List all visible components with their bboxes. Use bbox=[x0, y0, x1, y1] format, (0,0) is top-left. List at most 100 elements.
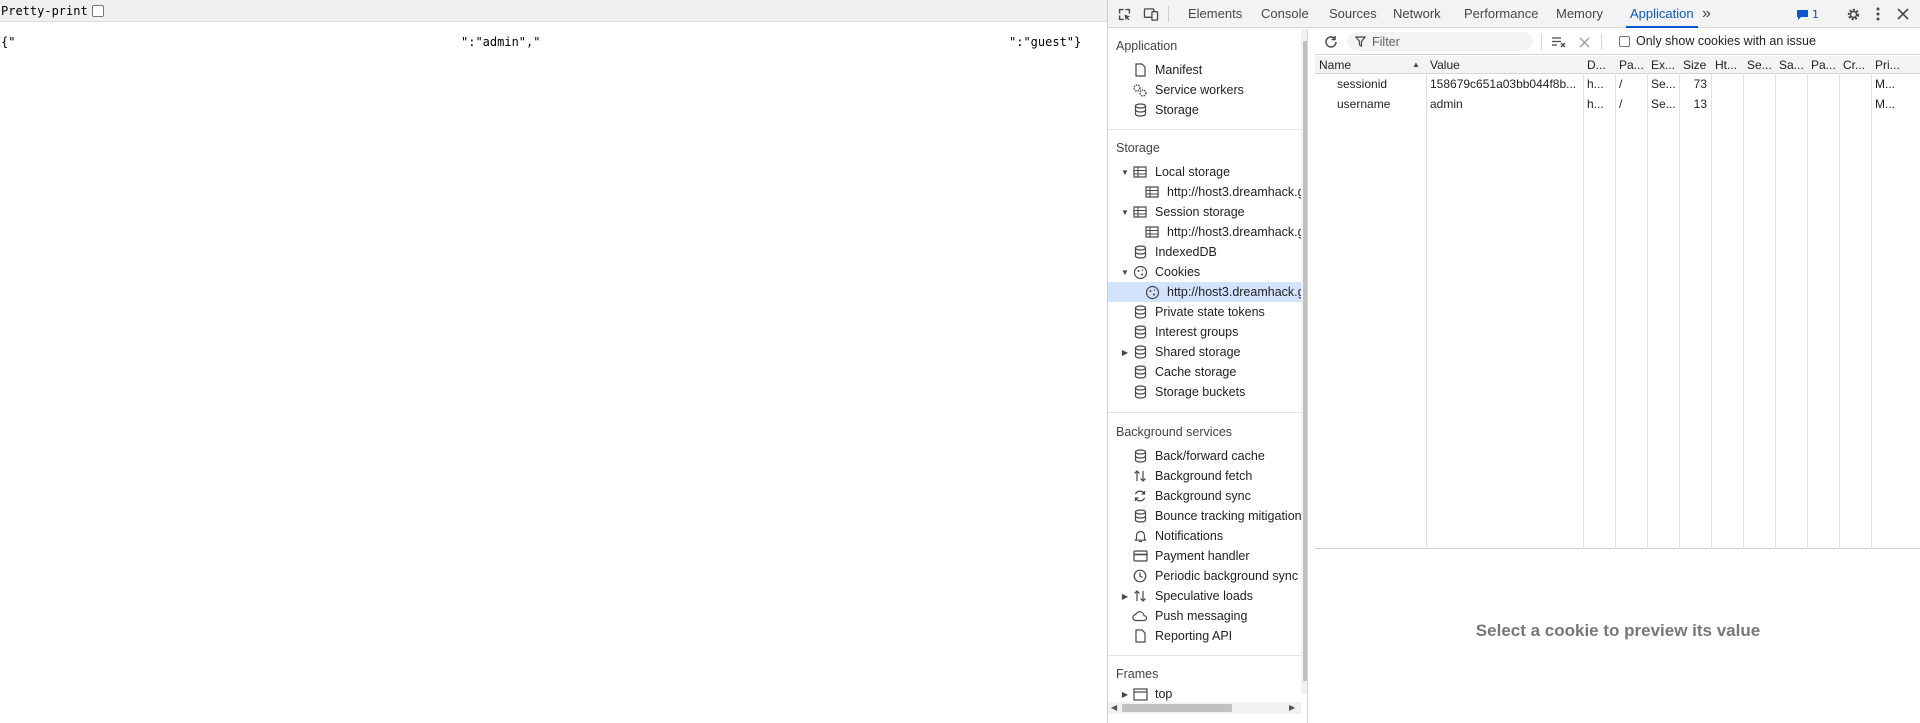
sidebar-item-back-forward-cache[interactable]: Back/forward cache bbox=[1108, 446, 1301, 466]
tab-application[interactable]: Application bbox=[1626, 0, 1698, 28]
sidebar-divider bbox=[1108, 129, 1301, 130]
column-header-domain[interactable]: D... bbox=[1583, 56, 1615, 74]
sidebar-item-label: http://host3.dreamhack.g bbox=[1167, 185, 1301, 199]
card-icon bbox=[1132, 548, 1148, 564]
inspect-element-icon[interactable] bbox=[1116, 6, 1132, 22]
expand-arrow-icon[interactable]: ▼ bbox=[1120, 208, 1130, 217]
expand-arrow-icon[interactable]: ▼ bbox=[1120, 268, 1130, 277]
collapse-arrow-icon[interactable]: ▶ bbox=[1120, 348, 1130, 357]
sidebar-horizontal-scrollbar[interactable]: ◀ ▶ bbox=[1108, 702, 1301, 714]
device-toolbar-icon[interactable] bbox=[1143, 6, 1159, 22]
sidebar-item-label: Reporting API bbox=[1155, 629, 1233, 643]
sidebar-item-push-messaging[interactable]: Push messaging bbox=[1108, 606, 1301, 626]
scroll-left-arrow-icon[interactable]: ◀ bbox=[1111, 703, 1117, 712]
sidebar-item-label: Cache storage bbox=[1155, 365, 1237, 379]
tab-console[interactable]: Console bbox=[1261, 0, 1309, 28]
frame-icon bbox=[1132, 686, 1148, 702]
column-divider bbox=[1583, 56, 1584, 549]
cookie-icon bbox=[1132, 264, 1148, 280]
sidebar-vertical-scrollbar[interactable] bbox=[1301, 29, 1307, 694]
sidebar-item-private-state-tokens[interactable]: Private state tokens bbox=[1108, 302, 1301, 322]
sidebar-item-shared-storage[interactable]: ▶ Shared storage bbox=[1108, 342, 1301, 362]
scrollbar-thumb[interactable] bbox=[1303, 41, 1307, 681]
collapse-arrow-icon[interactable]: ▶ bbox=[1120, 592, 1130, 601]
cookie-size: 73 bbox=[1693, 77, 1707, 91]
sidebar-item-label: Background sync bbox=[1155, 489, 1251, 503]
column-header-httponly[interactable]: Ht... bbox=[1711, 56, 1743, 74]
sidebar-item-local-storage[interactable]: ▼ Local storage bbox=[1108, 162, 1301, 182]
clear-all-cookies-icon[interactable] bbox=[1551, 34, 1567, 50]
scroll-right-arrow-icon[interactable]: ▶ bbox=[1289, 703, 1295, 712]
column-divider bbox=[1615, 56, 1616, 549]
sidebar-item-label: Periodic background sync bbox=[1155, 569, 1299, 583]
only-issues-checkbox[interactable] bbox=[1619, 35, 1630, 47]
only-issues-toggle[interactable]: Only show cookies with an issue bbox=[1619, 34, 1816, 48]
sidebar-item-label: Local storage bbox=[1155, 165, 1231, 179]
sidebar-item-cache-storage[interactable]: Cache storage bbox=[1108, 362, 1301, 382]
section-title-application: Application bbox=[1116, 39, 1178, 53]
tab-network[interactable]: Network bbox=[1393, 0, 1441, 28]
column-header-partition-key[interactable]: Pa... bbox=[1807, 56, 1839, 74]
json-response: {" ":"admin"," ":"guest"} bbox=[1, 35, 1091, 51]
sidebar-item-local-storage-origin[interactable]: http://host3.dreamhack.g bbox=[1108, 182, 1301, 202]
sidebar-item-label: http://host3.dreamhack.g bbox=[1167, 285, 1301, 299]
table-icon bbox=[1144, 184, 1160, 200]
sidebar-item-background-sync[interactable]: Background sync bbox=[1108, 486, 1301, 506]
column-header-path[interactable]: Pa... bbox=[1615, 56, 1647, 74]
database-icon bbox=[1132, 384, 1148, 400]
pretty-print-checkbox[interactable] bbox=[91, 4, 104, 17]
sidebar-item-manifest[interactable]: Manifest bbox=[1108, 60, 1301, 80]
filter-input[interactable]: Filter bbox=[1372, 35, 1400, 49]
sidebar-item-storage[interactable]: Storage bbox=[1108, 100, 1301, 120]
sidebar-item-reporting-api[interactable]: Reporting API bbox=[1108, 626, 1301, 646]
sidebar-item-bounce-tracking[interactable]: Bounce tracking mitigation bbox=[1108, 506, 1301, 526]
sidebar-item-service-workers[interactable]: Service workers bbox=[1108, 80, 1301, 100]
sidebar-item-periodic-background-sync[interactable]: Periodic background sync bbox=[1108, 566, 1301, 586]
refresh-icon[interactable] bbox=[1323, 34, 1339, 50]
sidebar-item-payment-handler[interactable]: Payment handler bbox=[1108, 546, 1301, 566]
cookie-name: username bbox=[1337, 97, 1391, 111]
issues-badge[interactable]: 1 bbox=[1796, 7, 1819, 22]
tab-performance[interactable]: Performance bbox=[1464, 0, 1538, 28]
column-divider bbox=[1807, 56, 1808, 549]
more-options-icon[interactable] bbox=[1870, 6, 1886, 22]
expand-arrow-icon[interactable]: ▼ bbox=[1120, 168, 1130, 177]
database-icon bbox=[1132, 324, 1148, 340]
column-header-name[interactable]: Name ▲ bbox=[1315, 56, 1426, 74]
scrollbar-thumb[interactable] bbox=[1122, 704, 1232, 712]
sidebar-item-speculative-loads[interactable]: ▶ Speculative loads bbox=[1108, 586, 1301, 606]
column-header-value[interactable]: Value bbox=[1426, 56, 1583, 74]
settings-gear-icon[interactable] bbox=[1845, 6, 1861, 22]
tab-elements[interactable]: Elements bbox=[1188, 0, 1242, 28]
sidebar-item-frame-top[interactable]: ▶ top bbox=[1108, 686, 1301, 702]
filter-field[interactable]: Filter bbox=[1347, 32, 1533, 51]
sidebar-item-background-fetch[interactable]: Background fetch bbox=[1108, 466, 1301, 486]
tab-memory[interactable]: Memory bbox=[1556, 0, 1603, 28]
tab-sources[interactable]: Sources bbox=[1329, 0, 1377, 28]
sidebar-item-cookies[interactable]: ▼ Cookies bbox=[1108, 262, 1301, 282]
sidebar-item-cookies-origin[interactable]: http://host3.dreamhack.g bbox=[1108, 282, 1301, 302]
sidebar-item-storage-buckets[interactable]: Storage buckets bbox=[1108, 382, 1301, 402]
column-header-cross-site[interactable]: Cr... bbox=[1839, 56, 1871, 74]
sidebar-item-label: Session storage bbox=[1155, 205, 1245, 219]
cookie-priority: M... bbox=[1875, 97, 1895, 111]
column-header-priority[interactable]: Pri... bbox=[1871, 56, 1920, 74]
sidebar-item-session-storage[interactable]: ▼ Session storage bbox=[1108, 202, 1301, 222]
column-header-samesite[interactable]: Sa... bbox=[1775, 56, 1807, 74]
toolbar-divider bbox=[1601, 34, 1602, 50]
close-icon[interactable] bbox=[1895, 6, 1911, 22]
more-tabs-icon[interactable]: » bbox=[1702, 0, 1711, 28]
cookie-priority: M... bbox=[1875, 77, 1895, 91]
sidebar-item-session-storage-origin[interactable]: http://host3.dreamhack.g bbox=[1108, 222, 1301, 242]
table-icon bbox=[1132, 164, 1148, 180]
sidebar-item-interest-groups[interactable]: Interest groups bbox=[1108, 322, 1301, 342]
sidebar-item-notifications[interactable]: Notifications bbox=[1108, 526, 1301, 546]
sidebar-item-indexeddb[interactable]: IndexedDB bbox=[1108, 242, 1301, 262]
database-icon bbox=[1132, 244, 1148, 260]
collapse-arrow-icon[interactable]: ▶ bbox=[1120, 690, 1130, 699]
delete-selected-icon[interactable] bbox=[1576, 34, 1592, 50]
database-icon bbox=[1132, 304, 1148, 320]
column-header-secure[interactable]: Se... bbox=[1743, 56, 1775, 74]
column-header-size[interactable]: Size bbox=[1679, 56, 1711, 74]
column-header-expires[interactable]: Ex... bbox=[1647, 56, 1679, 74]
